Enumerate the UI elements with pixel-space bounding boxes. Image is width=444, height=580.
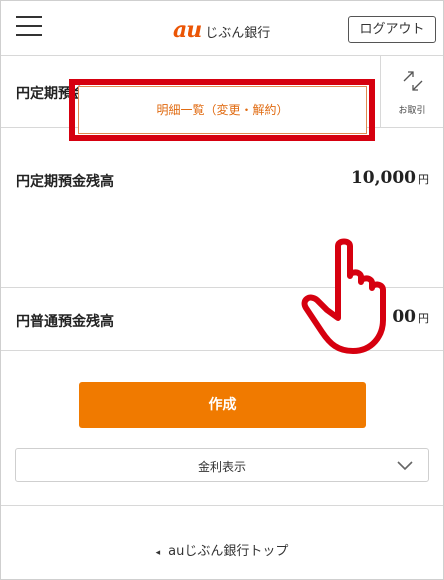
ordinary-deposit-balance-label: 円普通預金残高 (16, 314, 114, 330)
back-arrow-icon: ◂ (155, 548, 161, 558)
brand-logo[interactable]: au じぶん銀行 (173, 17, 271, 43)
app-header: au じぶん銀行 ログアウト (1, 1, 443, 56)
ordinary-deposit-amount-unit: 円 (418, 312, 429, 325)
time-deposit-balance-amount: 10,000 円 (351, 168, 429, 188)
chevron-down-icon (397, 461, 413, 471)
au-jibun-bank-top-link[interactable]: ◂ auじぶん銀行トップ (0, 540, 444, 559)
create-button[interactable]: 作成 (79, 382, 366, 428)
interest-rate-select[interactable]: 金利表示 (15, 448, 429, 482)
logo-text: じぶん銀行 (205, 26, 271, 41)
pointing-hand-icon (301, 238, 386, 354)
time-deposit-balance-label: 円定期預金残高 (16, 174, 114, 190)
time-deposit-amount-value: 10,000 (350, 168, 416, 188)
statement-list-button[interactable]: 明細一覧（変更・解約） (78, 86, 367, 134)
transaction-label: お取引 (398, 106, 426, 116)
hamburger-menu-icon[interactable] (16, 16, 44, 44)
logo-mark: au (173, 17, 202, 43)
transaction-button[interactable]: お取引 (380, 56, 443, 127)
footer-divider (1, 505, 443, 506)
interest-rate-select-value: 金利表示 (197, 460, 246, 474)
time-deposit-amount-unit: 円 (418, 173, 429, 186)
swap-arrows-icon (403, 71, 423, 91)
logout-button[interactable]: ログアウト (348, 16, 436, 43)
top-link-label: auじぶん銀行トップ (168, 544, 289, 559)
